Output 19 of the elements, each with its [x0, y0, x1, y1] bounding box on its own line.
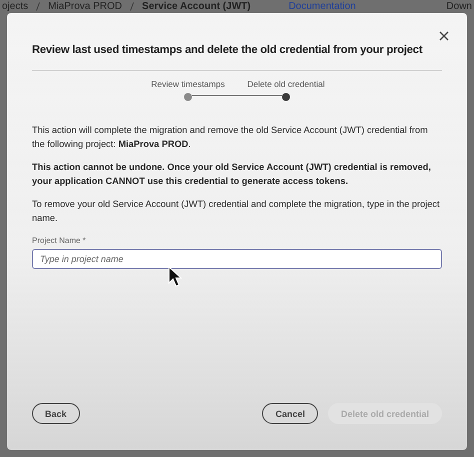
field-label: Project Name *: [32, 236, 87, 245]
download-link[interactable]: Down: [446, 0, 472, 12]
dialog-title: Review last used timestamps and delete the old credential from your project: [32, 43, 424, 58]
breadcrumb-separator-icon: [36, 2, 40, 11]
documentation-link[interactable]: Documentation: [288, 0, 356, 12]
breadcrumb-item[interactable]: MiaProva PROD: [48, 0, 122, 12]
paragraph: To remove your old Service Account (JWT) credential and complete the migration, type in the project name.: [32, 198, 441, 225]
breadcrumb-item[interactable]: ojects: [2, 0, 28, 12]
step-label: Review timestamps: [151, 79, 225, 89]
close-icon[interactable]: [439, 31, 449, 41]
project-name-field[interactable]: Type in project name: [32, 249, 442, 269]
breadcrumb-item[interactable]: Service Account (JWT): [142, 0, 251, 12]
paragraph: This action cannot be undone. Once your old Service Account (JWT) credential is removed, your application CANNOT use this credential to generate access tokens.: [32, 161, 432, 188]
dialog-button[interactable]: Back: [32, 403, 80, 424]
dialog-button[interactable]: Cancel: [262, 403, 318, 424]
paragraph: This action will complete the migration and remove the old Service Account (JWT) credential from the following project: MiaProva PROD.: [32, 124, 429, 151]
breadcrumb-separator-icon: [130, 2, 134, 11]
cursor-icon: [168, 266, 182, 288]
step-label: Delete old credential: [247, 79, 325, 89]
